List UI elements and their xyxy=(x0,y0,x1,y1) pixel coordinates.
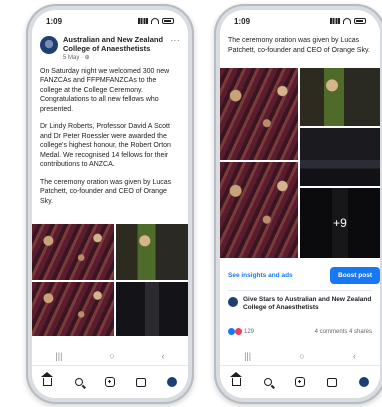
org-name[interactable]: Australian and New Zealand College of An… xyxy=(63,35,166,53)
profile-icon[interactable] xyxy=(165,375,179,389)
post-text: The ceremony oration was given by Lucas … xyxy=(220,32,380,65)
photo-fellows[interactable] xyxy=(300,68,380,126)
like-reaction-icon xyxy=(228,328,235,335)
wifi-icon xyxy=(151,18,159,24)
search-icon[interactable] xyxy=(72,375,86,389)
give-stars-text[interactable]: Give Stars to Australian and New Zealand… xyxy=(243,296,372,312)
phone-right: 1:09 The ceremony oration was given by L… xyxy=(214,4,382,404)
photo-hall[interactable] xyxy=(220,162,298,258)
insights-row: See insights and ads Boost post xyxy=(220,264,380,286)
post-paragraph: The ceremony oration was given by Lucas … xyxy=(228,37,370,54)
post-text: On Saturday night we welcomed 300 new FA… xyxy=(32,65,188,217)
battery-icon xyxy=(162,18,174,24)
status-icons xyxy=(330,18,366,24)
tab-bar xyxy=(32,365,188,398)
status-time: 1:09 xyxy=(234,16,251,26)
more-options-icon[interactable]: ··· xyxy=(171,36,181,45)
see-insights-link[interactable]: See insights and ads xyxy=(228,272,293,279)
love-reaction-icon xyxy=(235,328,242,335)
photo-more[interactable]: +9 xyxy=(300,188,380,258)
phone-left: 1:09 Australian and New Zealand College … xyxy=(26,4,194,404)
org-avatar[interactable] xyxy=(40,36,58,54)
stars-avatar xyxy=(228,297,238,307)
system-home-button[interactable]: ○ xyxy=(299,351,304,361)
battery-icon xyxy=(354,18,366,24)
recent-apps-button[interactable]: ||| xyxy=(244,351,251,361)
photo-speaker[interactable] xyxy=(116,282,188,336)
system-back-button[interactable]: ‹ xyxy=(353,351,356,361)
boost-post-button[interactable]: Boost post xyxy=(330,266,380,284)
reaction-summary[interactable]: 129 xyxy=(228,328,254,335)
post-header: Australian and New Zealand College of An… xyxy=(32,32,188,65)
photo-hall[interactable] xyxy=(32,282,114,336)
comments-shares-count[interactable]: 4 comments 4 shares xyxy=(315,329,372,335)
tab-bar xyxy=(220,365,380,398)
reaction-count: 129 xyxy=(244,328,255,335)
reactions-row: 129 4 comments 4 shares xyxy=(220,328,380,335)
photo-audience[interactable] xyxy=(220,68,298,160)
system-home-button[interactable]: ○ xyxy=(109,351,114,361)
org-name-block: Australian and New Zealand College of An… xyxy=(63,35,166,63)
system-nav-bar: ||| ○ ‹ xyxy=(220,348,380,364)
phone-screen-right: 1:09 The ceremony oration was given by L… xyxy=(220,10,380,398)
photo-audience[interactable] xyxy=(32,224,114,280)
profile-icon[interactable] xyxy=(357,375,371,389)
photo-grid: +9 xyxy=(220,68,380,258)
signal-icon xyxy=(138,18,148,24)
create-icon[interactable] xyxy=(103,375,117,389)
stars-row[interactable]: Give Stars to Australian and New Zealand… xyxy=(220,296,380,312)
wifi-icon xyxy=(343,18,351,24)
divider xyxy=(228,290,372,291)
system-nav-bar: ||| ○ ‹ xyxy=(32,348,188,364)
post-paragraph: Dr Lindy Roberts, Professor David A Scot… xyxy=(40,123,171,168)
home-icon[interactable] xyxy=(41,372,55,389)
status-bar: 1:09 xyxy=(220,10,380,32)
post-paragraph: On Saturday night we welcomed 300 new FA… xyxy=(40,67,170,113)
post-date: 5 May · ⊕ xyxy=(63,55,90,61)
more-photos-count[interactable]: +9 xyxy=(300,188,380,258)
search-icon[interactable] xyxy=(261,375,275,389)
photo-stage[interactable] xyxy=(300,128,380,186)
system-back-button[interactable]: ‹ xyxy=(162,351,165,361)
marketplace-icon[interactable] xyxy=(134,375,148,389)
photo-fellows[interactable] xyxy=(116,224,188,280)
status-icons xyxy=(138,18,174,24)
post-paragraph: The ceremony oration was given by Lucas … xyxy=(40,178,172,205)
photo-grid xyxy=(32,224,188,336)
create-icon[interactable] xyxy=(293,375,307,389)
status-time: 1:09 xyxy=(46,16,63,26)
recent-apps-button[interactable]: ||| xyxy=(55,351,62,361)
home-icon[interactable] xyxy=(229,372,243,389)
phone-screen-left: 1:09 Australian and New Zealand College … xyxy=(32,10,188,398)
status-bar: 1:09 xyxy=(32,10,188,32)
marketplace-icon[interactable] xyxy=(325,375,339,389)
signal-icon xyxy=(330,18,340,24)
